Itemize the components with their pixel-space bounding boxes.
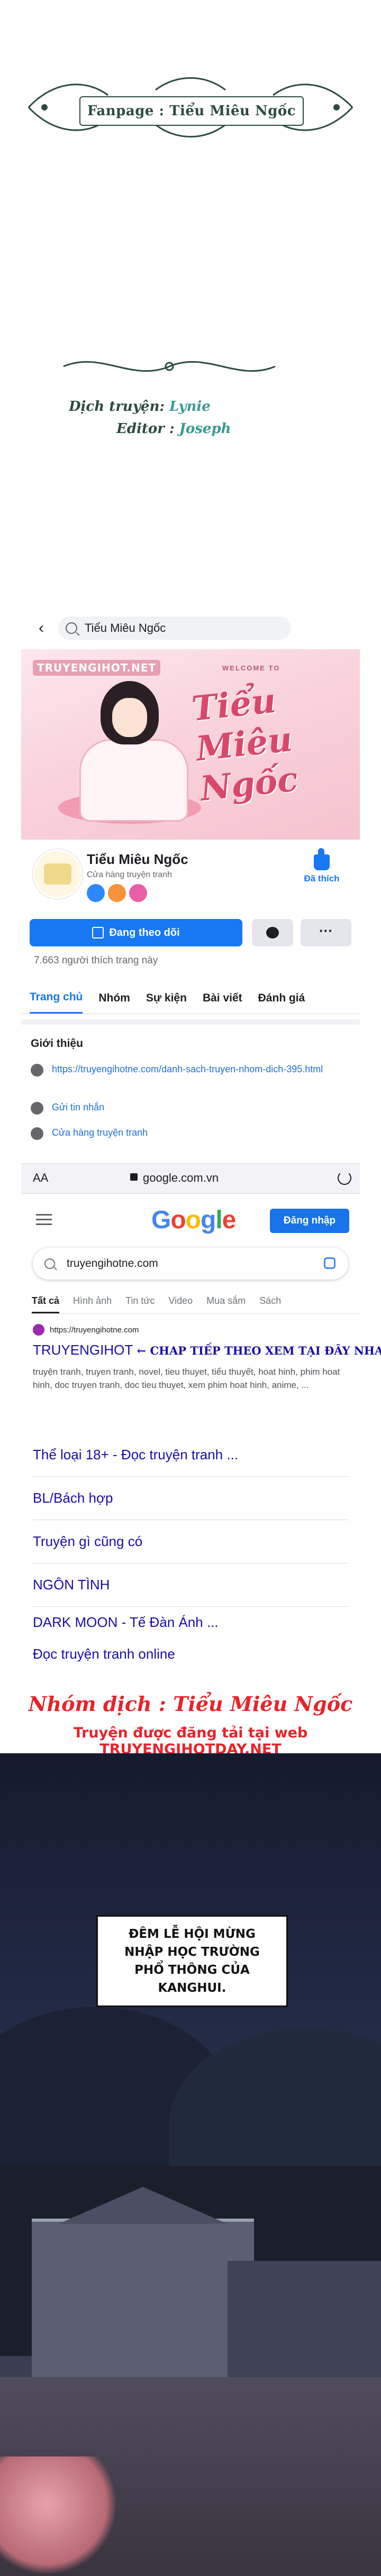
editor-credit: Editor : Joseph	[116, 421, 231, 437]
page-name: Tiểu Miêu Ngốc	[87, 851, 188, 867]
result-title-extra: ← CHAP TIẾP THEO XEM TẠI ĐÂY NHA	[133, 1344, 381, 1357]
intro-heading: Giới thiệu	[31, 1037, 83, 1050]
url-field[interactable]: google.com.vn	[143, 1171, 219, 1185]
thumbs-up-icon	[314, 848, 330, 870]
messenger-icon	[266, 927, 279, 939]
cover-script-title: Tiểu Miêu Ngốc	[189, 680, 300, 809]
sitelink[interactable]: NGÔN TÌNH	[33, 1563, 348, 1607]
result-site[interactable]: https://truyengihotne.com	[33, 1324, 139, 1336]
result-title[interactable]: TRUYENGIHOT ← CHAP TIẾP THEO XEM TẠI ĐÂY…	[33, 1342, 381, 1358]
google-search-box[interactable]: truyengihotne.com	[33, 1248, 348, 1280]
sitelink[interactable]: DARK MOON - Tế Đàn Ánh ...	[33, 1606, 348, 1638]
site-favicon	[33, 1324, 44, 1336]
google-tabs: Tất cả Hình ảnh Tin tức Video Mua sắm Sá…	[32, 1290, 360, 1314]
tab-home[interactable]: Trang chủ	[30, 982, 83, 1014]
scene-building-2	[228, 2261, 381, 2377]
page-category: Cửa hàng truyện tranh	[87, 870, 173, 879]
translator-name: Lynie	[169, 399, 211, 415]
sitelink[interactable]: Truyện gì cũng có	[33, 1520, 348, 1563]
translation-group-credit: Nhóm dịch : Tiểu Miêu Ngốc	[28, 1692, 353, 1716]
messenger-button[interactable]	[252, 919, 293, 946]
comic-caption-box: ĐÊM LỄ HỘI MỪNG NHẬP HỌC TRƯỜNG PHỔ THÔN…	[96, 1915, 288, 2007]
tab-video[interactable]: Video	[168, 1290, 193, 1313]
liked-button[interactable]: Đã thích	[295, 848, 348, 884]
comic-caption: ĐÊM LỄ HỘI MỪNG NHẬP HỌC TRƯỜNG PHỔ THÔN…	[124, 1927, 260, 1995]
section-divider	[21, 1019, 360, 1025]
menu-icon[interactable]	[36, 1214, 52, 1228]
page-profile-header: Tiểu Miêu Ngốc Cửa hàng truyện tranh Đã …	[21, 844, 360, 913]
publishing-site-credit: Truyện được đăng tải tại web TRUYENGIHOT…	[73, 1725, 308, 1758]
credits-flourish	[63, 361, 276, 372]
sign-in-button[interactable]: Đăng nhập	[270, 1209, 349, 1233]
page-cover-photo[interactable]: TRUYENGIHOT.NET WELCOME TO Tiểu Miêu Ngố…	[21, 649, 360, 840]
tab-news[interactable]: Tin tức	[125, 1290, 155, 1313]
following-label: Đang theo dõi	[109, 926, 180, 939]
result-snippet: truyện tranh, truyen tranh, novel, tieu …	[33, 1367, 340, 1390]
more-options-button[interactable]: ···	[301, 919, 351, 946]
gift-icon[interactable]	[129, 884, 147, 902]
result-url: https://truyengihotne.com	[50, 1325, 139, 1335]
cover-illustration-face	[112, 698, 147, 737]
page-avatar[interactable]	[33, 849, 83, 899]
intro-message[interactable]: Gửi tin nhắn	[31, 1101, 327, 1115]
intro-category-text[interactable]: Cửa hàng truyện tranh	[52, 1126, 327, 1139]
scene-blossom-tree	[0, 2457, 116, 2576]
browser-address-bar: AA google.com.vn	[21, 1163, 360, 1194]
editor-name: Joseph	[179, 421, 231, 437]
intro-website-link[interactable]: https://truyengihotne.com/danh-sach-truy…	[52, 1063, 327, 1075]
editor-label: Editor :	[116, 421, 175, 437]
cover-watermark: TRUYENGIHOT.NET	[33, 660, 161, 676]
comic-night-scene	[0, 1753, 381, 2576]
translator-label: Dịch truyện:	[69, 399, 165, 415]
intro-category: Cửa hàng truyện tranh	[31, 1126, 327, 1140]
page-badges	[87, 884, 147, 902]
tab-images[interactable]: Hình ảnh	[73, 1290, 112, 1313]
scene-building	[32, 2219, 254, 2380]
instagram-icon[interactable]	[87, 884, 105, 902]
facebook-search-input[interactable]: Tiểu Miêu Ngốc	[58, 617, 291, 640]
intro-message-link[interactable]: Gửi tin nhắn	[52, 1101, 327, 1114]
tag-icon	[31, 1127, 43, 1140]
calendar-icon	[92, 927, 104, 939]
sitelink[interactable]: Thể loại 18+ - Đọc truyện tranh ...	[33, 1433, 348, 1477]
page-tabs: Trang chủ Nhóm Sự kiện Bài viết Đánh giá	[21, 982, 360, 1014]
sitelink[interactable]: Đọc truyện tranh online	[33, 1638, 348, 1670]
intro-website[interactable]: https://truyengihotne.com/danh-sach-truy…	[31, 1063, 327, 1077]
liked-label: Đã thích	[304, 873, 340, 884]
fanpage-text: Fanpage : Tiểu Miêu Ngốc	[87, 103, 296, 119]
google-lens-icon[interactable]	[324, 1257, 335, 1269]
tab-events[interactable]: Sự kiện	[146, 983, 187, 1013]
result-title-brand: TRUYENGIHOT	[33, 1342, 133, 1358]
tab-shopping[interactable]: Mua sắm	[206, 1290, 246, 1313]
search-icon	[66, 622, 77, 634]
cover-illustration-body	[79, 739, 188, 822]
fanpage-banner: Fanpage : Tiểu Miêu Ngốc	[79, 96, 304, 126]
translator-credit: Dịch truyện: Lynie	[69, 399, 211, 415]
messenger-icon	[31, 1102, 43, 1115]
facebook-search-row: ‹ Tiểu Miêu Ngốc	[32, 613, 318, 643]
tab-books[interactable]: Sách	[259, 1290, 281, 1313]
cover-welcome-text: WELCOME TO	[222, 664, 280, 672]
tab-posts[interactable]: Bài viết	[203, 983, 242, 1013]
back-arrow-icon[interactable]: ‹	[32, 619, 51, 638]
page-likes-count: 7.663 người thích trang này	[34, 955, 158, 966]
lock-icon	[130, 1173, 138, 1181]
reload-icon[interactable]	[338, 1171, 351, 1185]
page-actions: Đang theo dõi ···	[30, 919, 351, 946]
shop-icon[interactable]	[108, 884, 126, 902]
google-logo[interactable]: Google	[151, 1206, 236, 1235]
google-header: Google Đăng nhập	[21, 1194, 360, 1245]
following-button[interactable]: Đang theo dõi	[30, 919, 242, 946]
search-query: Tiểu Miêu Ngốc	[85, 621, 166, 634]
google-query: truyengihotne.com	[67, 1257, 158, 1269]
tab-all[interactable]: Tất cả	[32, 1290, 60, 1313]
search-icon	[44, 1258, 55, 1269]
globe-icon	[31, 1064, 43, 1077]
sitelink[interactable]: BL/Bách hợp	[33, 1476, 348, 1520]
tab-groups[interactable]: Nhóm	[98, 983, 130, 1013]
tab-reviews[interactable]: Đánh giá	[258, 983, 305, 1013]
reader-mode-button[interactable]: AA	[33, 1171, 48, 1185]
